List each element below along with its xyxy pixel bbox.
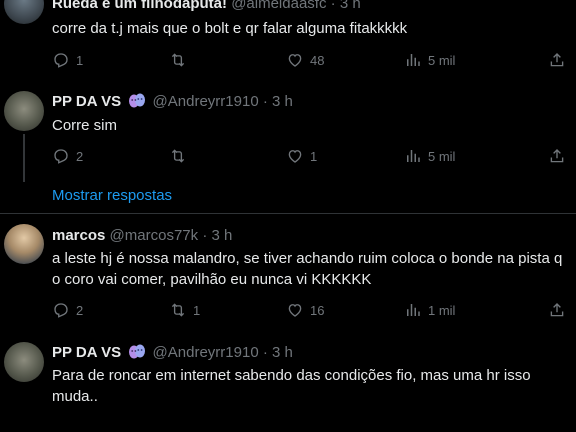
display-name[interactable]: marcos (52, 227, 105, 244)
timestamp[interactable]: 3 h (340, 0, 361, 12)
reply-icon (54, 53, 68, 68)
share-icon (550, 149, 564, 163)
share-icon (550, 303, 564, 317)
separator-dot: · (262, 344, 268, 361)
separator-dot: · (330, 0, 336, 12)
retweet-icon (171, 53, 185, 67)
reply-count: 1 (76, 52, 84, 68)
show-replies-link[interactable]: Mostrar respostas (52, 186, 172, 206)
like-button[interactable]: 16 (286, 300, 324, 320)
views-icon (407, 150, 420, 162)
views-icon (407, 304, 420, 316)
share-icon (550, 53, 564, 67)
thread-line (23, 134, 25, 182)
reply-button[interactable]: 1 (52, 50, 83, 70)
like-button[interactable]: 48 (286, 50, 324, 70)
display-name[interactable]: PP DA VS (52, 93, 121, 110)
like-icon (288, 150, 302, 163)
like-count: 48 (310, 52, 325, 68)
timestamp[interactable]: 3 h (272, 93, 293, 110)
action-bar: 2 1 16 1 mil (52, 300, 572, 320)
avatar[interactable] (4, 224, 44, 264)
user-handle[interactable]: @Andreyrr1910 (153, 93, 259, 110)
views-button[interactable]: 1 mil (404, 300, 455, 320)
reply-button[interactable]: 2 (52, 146, 83, 166)
timestamp[interactable]: 3 h (211, 227, 232, 244)
user-handle[interactable]: @marcos77k (110, 227, 199, 244)
avatar[interactable] (4, 91, 44, 131)
retweet-button[interactable] (169, 146, 193, 166)
share-button[interactable] (548, 146, 566, 166)
divider (0, 213, 576, 214)
timestamp[interactable]: 3 h (272, 344, 293, 361)
reply-button[interactable]: 2 (52, 300, 83, 320)
retweet-button[interactable] (169, 50, 193, 70)
reply-count: 2 (76, 148, 84, 164)
display-name[interactable]: PP DA VS (52, 344, 121, 361)
retweet-icon (171, 303, 185, 317)
tweet-header: marcos @marcos77k · 3 h (52, 226, 232, 246)
avatar[interactable] (4, 342, 44, 382)
views-button[interactable]: 5 mil (404, 146, 455, 166)
reply-icon (54, 303, 68, 318)
like-icon (288, 54, 302, 67)
tweet-text: Corre sim (52, 117, 118, 134)
like-button[interactable]: 1 (286, 146, 317, 166)
user-handle[interactable]: @almeidaasfc (231, 0, 326, 12)
avatar[interactable] (4, 0, 44, 24)
retweet-button[interactable]: 1 (169, 300, 200, 320)
user-handle[interactable]: @Andreyrr1910 (153, 344, 259, 361)
retweet-count: 1 (193, 302, 201, 318)
views-button[interactable]: 5 mil (404, 50, 455, 70)
share-button[interactable] (548, 300, 566, 320)
views-count: 1 mil (428, 302, 456, 318)
tweet-text: corre da t.j mais que o bolt e qr falar … (52, 20, 408, 37)
tweet-text: Para de roncar em internet sabendo das c… (52, 367, 531, 405)
tweet-header: PP DA VS @Andreyrr1910 · 3 h (52, 343, 293, 363)
reply-icon (54, 149, 68, 164)
separator-dot: · (202, 227, 208, 244)
tweet-text: a leste hj é nossa malandro, se tiver ac… (52, 250, 563, 288)
separator-dot: · (262, 93, 268, 110)
like-count: 1 (310, 148, 318, 164)
retweet-icon (171, 149, 185, 163)
views-count: 5 mil (428, 148, 456, 164)
views-count: 5 mil (428, 52, 456, 68)
action-bar: 1 48 5 mil (52, 50, 572, 70)
reply-count: 2 (76, 302, 84, 318)
like-count: 16 (310, 302, 325, 318)
theater-masks-icon (129, 93, 146, 108)
tweet-header: Rueda é um filhodaputa! @almeidaasfc · 3… (52, 0, 361, 14)
views-icon (407, 54, 420, 66)
tweet-header: PP DA VS @Andreyrr1910 · 3 h (52, 92, 293, 112)
display-name[interactable]: Rueda é um filhodaputa! (52, 0, 227, 12)
like-icon (288, 304, 302, 317)
action-bar: 2 1 5 mil (52, 146, 572, 166)
share-button[interactable] (548, 50, 566, 70)
theater-masks-icon (129, 344, 146, 359)
